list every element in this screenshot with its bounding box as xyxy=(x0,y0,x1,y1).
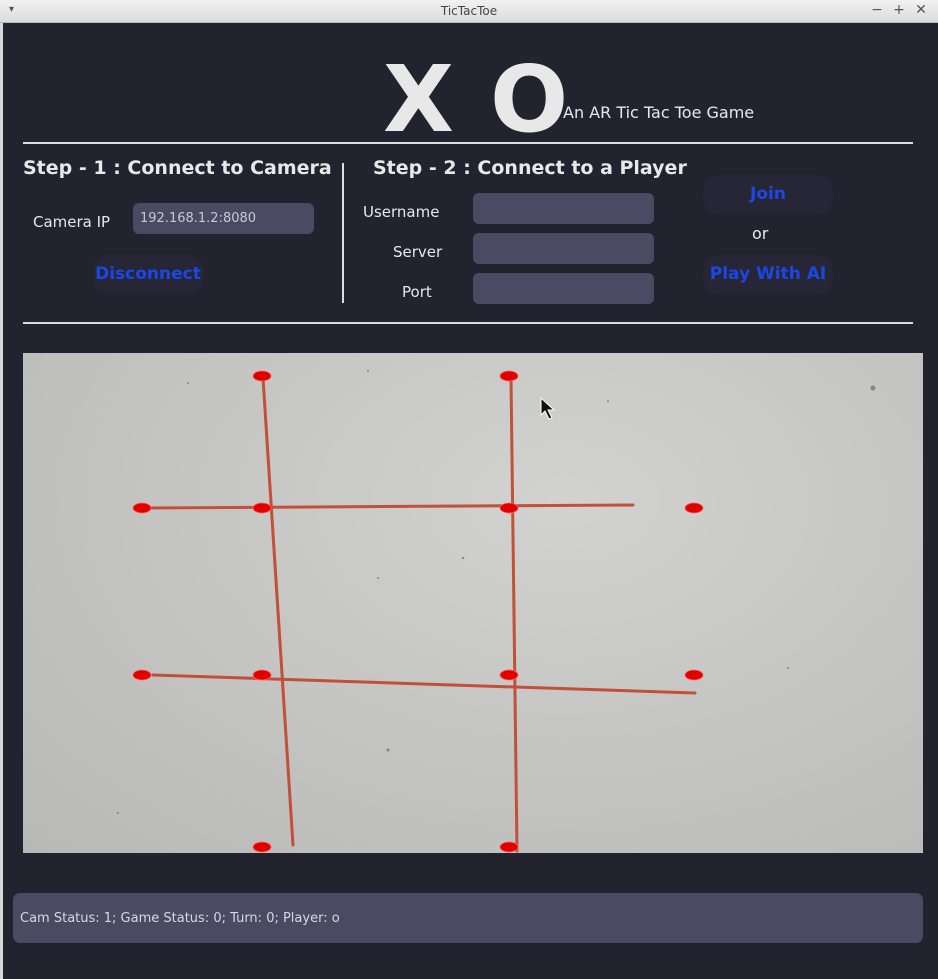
camera-feed-image xyxy=(117,370,876,853)
window-title: TicTacToe xyxy=(440,4,498,18)
server-label: Server xyxy=(393,243,443,261)
app-subtitle: An AR Tic Tac Toe Game xyxy=(563,103,755,122)
port-input[interactable] xyxy=(473,273,654,304)
username-label: Username xyxy=(363,203,440,221)
camera-ip-label: Camera IP xyxy=(33,213,111,231)
minimize-icon[interactable]: − xyxy=(869,2,885,18)
port-label: Port xyxy=(402,283,432,301)
mouse-cursor-icon xyxy=(540,396,556,420)
app-logo: X O xyxy=(383,46,571,153)
window-titlebar: ▾ TicTacToe − + ✕ xyxy=(0,0,938,23)
step2-title: Step - 2 : Connect to a Player xyxy=(373,157,687,179)
status-text: Cam Status: 1; Game Status: 0; Turn: 0; … xyxy=(20,910,340,926)
close-icon[interactable]: ✕ xyxy=(913,2,929,18)
join-button[interactable]: Join xyxy=(703,175,833,213)
username-input[interactable] xyxy=(473,193,654,224)
server-input[interactable] xyxy=(473,233,654,264)
top-divider xyxy=(23,142,913,144)
status-bar: Cam Status: 1; Game Status: 0; Turn: 0; … xyxy=(13,893,923,943)
app-window: X O An AR Tic Tac Toe Game Step - 1 : Co… xyxy=(3,23,938,979)
or-text: or xyxy=(752,224,769,243)
camera-ip-input[interactable] xyxy=(133,203,314,234)
step1-title: Step - 1 : Connect to Camera xyxy=(23,157,332,179)
disconnect-button[interactable]: Disconnect xyxy=(93,255,203,293)
maximize-icon[interactable]: + xyxy=(891,2,907,18)
camera-feed xyxy=(23,353,923,853)
play-with-ai-button[interactable]: Play With AI xyxy=(703,255,833,293)
bottom-divider xyxy=(23,322,913,324)
section-divider xyxy=(342,163,344,303)
